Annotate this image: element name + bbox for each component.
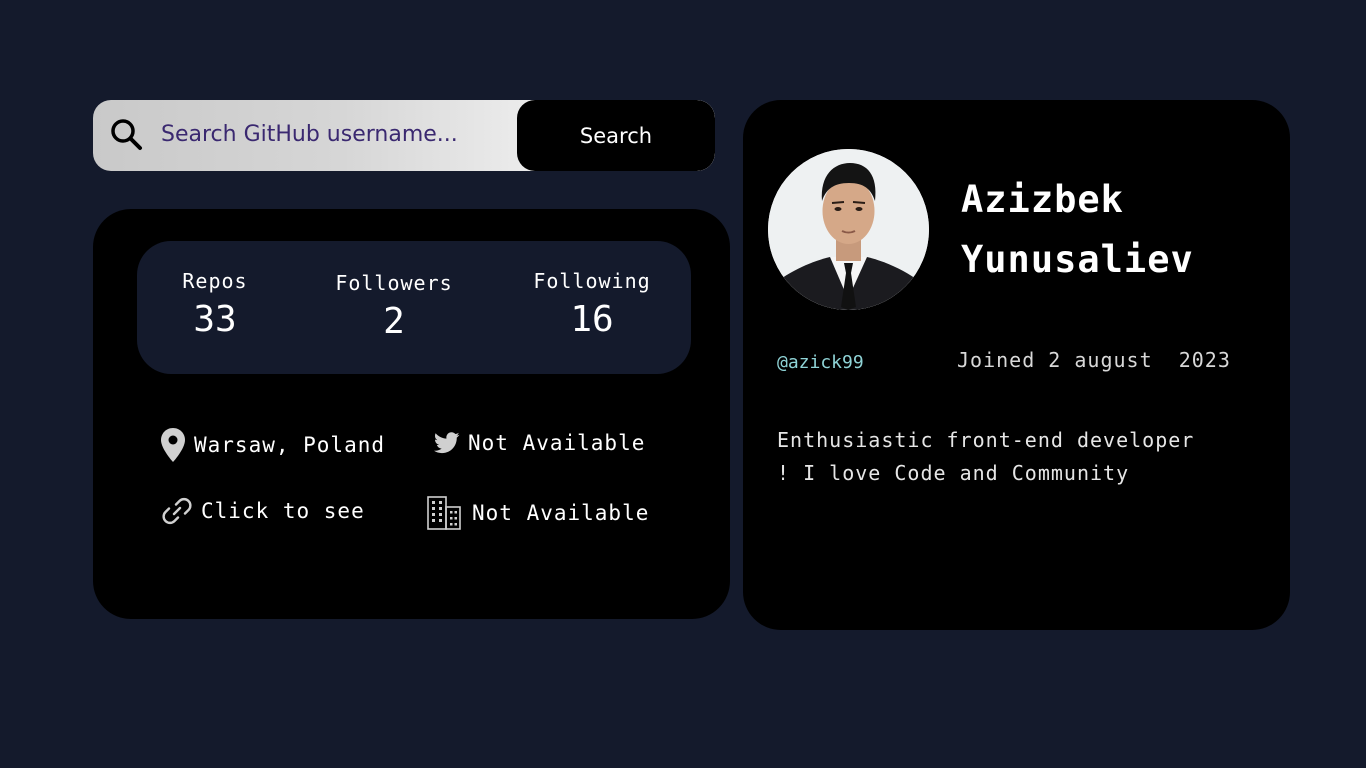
following-label: Following: [533, 269, 651, 293]
profile-bio: Enthusiastic front-end developer ! I lov…: [777, 424, 1247, 490]
avatar: [768, 149, 929, 310]
search-button[interactable]: Search: [517, 100, 715, 171]
location-pin-icon: [160, 427, 186, 463]
profile-login[interactable]: @azick99: [777, 352, 864, 373]
repos-count: 33: [193, 299, 237, 340]
company-item: Not Available: [426, 495, 649, 531]
profile-name: Azizbek Yunusaliev: [961, 170, 1261, 290]
following-count: 16: [570, 299, 614, 340]
company-building-icon: [426, 495, 462, 531]
repos-label: Repos: [182, 269, 248, 293]
repos-stat: Repos 33: [130, 269, 300, 340]
search-input[interactable]: [161, 114, 531, 154]
twitter-text: Not Available: [468, 431, 646, 455]
followers-stat: Followers 2: [309, 271, 479, 342]
location-item: Warsaw, Poland: [160, 427, 385, 463]
location-text: Warsaw, Poland: [194, 433, 386, 457]
blog-link[interactable]: Click to see: [201, 499, 365, 523]
stats-box: Repos 33 Followers 2 Following 16: [137, 241, 691, 374]
followers-label: Followers: [335, 271, 453, 295]
profile-first-name: Azizbek: [961, 178, 1124, 221]
link-icon: [161, 495, 193, 527]
twitter-item: Not Available: [434, 431, 645, 455]
search-icon: [109, 117, 145, 153]
profile-last-name: Yunusaliev: [961, 238, 1194, 281]
following-stat: Following 16: [507, 269, 677, 340]
stats-card: Repos 33 Followers 2 Following 16 Warsaw…: [93, 209, 730, 619]
search-bar: Search: [93, 100, 715, 171]
joined-date: Joined 2 august 2023: [957, 348, 1231, 372]
bio-line: Enthusiastic front-end developer: [777, 428, 1195, 452]
followers-count: 2: [383, 301, 405, 342]
profile-card: Azizbek Yunusaliev @azick99 Joined 2 aug…: [743, 100, 1290, 630]
twitter-icon: [434, 432, 460, 454]
bio-line: ! I love Code and Community: [777, 461, 1130, 485]
company-text: Not Available: [472, 501, 650, 525]
blog-item[interactable]: Click to see: [161, 495, 365, 527]
